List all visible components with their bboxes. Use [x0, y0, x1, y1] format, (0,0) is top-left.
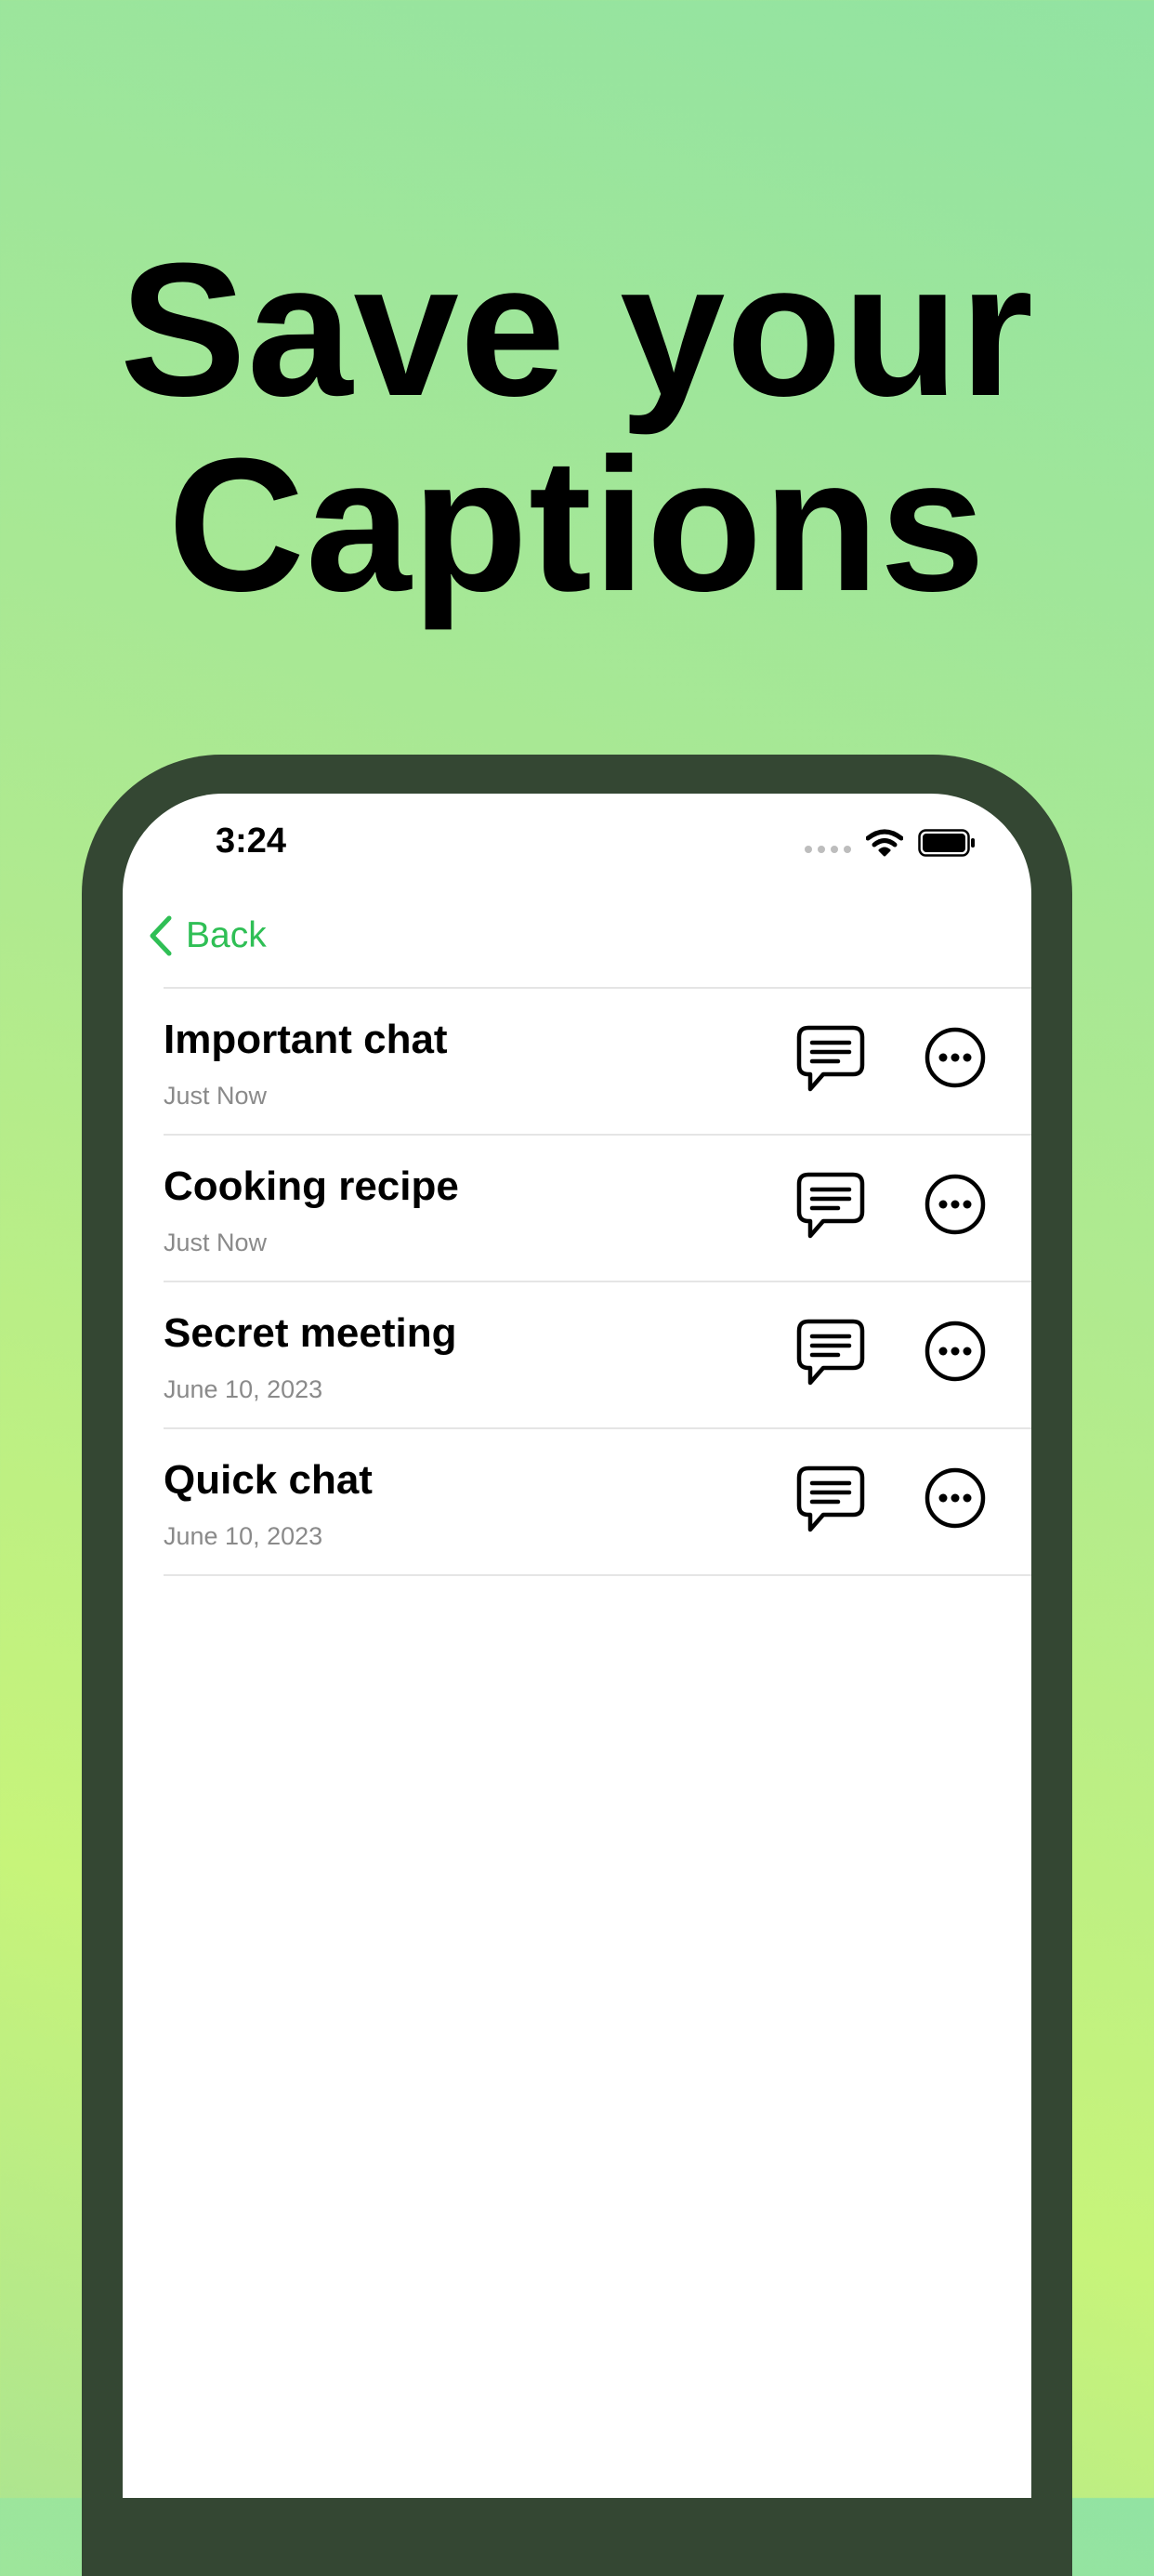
chevron-left-icon — [150, 915, 172, 956]
battery-icon — [918, 829, 975, 857]
caption-date: Just Now — [164, 1082, 268, 1110]
status-bar: 3:24 — [123, 794, 1031, 887]
headline-line-2: Captions — [167, 419, 987, 631]
status-time: 3:24 — [216, 821, 287, 861]
chat-bubble-icon[interactable] — [795, 1465, 866, 1535]
caption-row[interactable]: Secret meeting June 10, 2023 — [164, 1282, 1031, 1429]
caption-row[interactable]: Cooking recipe Just Now — [164, 1136, 1031, 1282]
headline-line-1: Save your — [119, 224, 1035, 436]
caption-title: Cooking recipe — [164, 1163, 459, 1209]
caption-title: Important chat — [164, 1017, 448, 1062]
ellipsis-circle-icon[interactable] — [924, 1466, 987, 1530]
ellipsis-circle-icon[interactable] — [924, 1320, 987, 1383]
wifi-icon — [866, 829, 903, 857]
chat-bubble-icon[interactable] — [795, 1318, 866, 1388]
signal-icon — [805, 846, 851, 853]
caption-row[interactable]: Important chat Just Now — [164, 989, 1031, 1136]
ellipsis-circle-icon[interactable] — [924, 1173, 987, 1236]
status-icons — [805, 829, 976, 857]
chat-bubble-icon[interactable] — [795, 1024, 866, 1095]
caption-date: Just Now — [164, 1229, 268, 1256]
chat-bubble-icon[interactable] — [795, 1171, 866, 1242]
caption-title: Quick chat — [164, 1457, 373, 1503]
phone-screen: 3:24 Back Important chat Just Now Cookin… — [123, 794, 1031, 2498]
nav-bar: Back — [123, 905, 1031, 989]
back-label: Back — [186, 915, 267, 955]
headline: Save your Captions — [0, 232, 1154, 623]
caption-date: June 10, 2023 — [164, 1522, 323, 1550]
caption-list: Important chat Just Now Cooking recipe J… — [164, 987, 1031, 1576]
ellipsis-circle-icon[interactable] — [924, 1026, 987, 1089]
caption-row[interactable]: Quick chat June 10, 2023 — [164, 1429, 1031, 1576]
caption-date: June 10, 2023 — [164, 1375, 323, 1403]
back-button[interactable]: Back — [147, 914, 267, 957]
caption-title: Secret meeting — [164, 1310, 457, 1356]
